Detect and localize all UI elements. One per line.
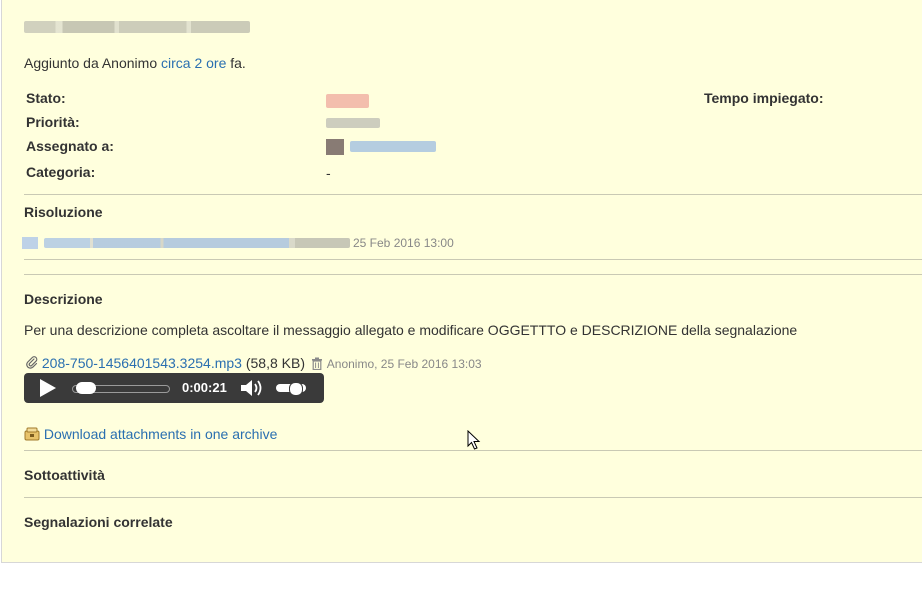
assegnato-label: Assegnato a: bbox=[26, 138, 114, 154]
trash-icon[interactable] bbox=[311, 357, 323, 373]
resolution-date: 25 Feb 2016 13:00 bbox=[353, 236, 454, 250]
attachment-author-date: Anonimo, 25 Feb 2016 13:03 bbox=[326, 357, 482, 371]
resolution-icon-redacted bbox=[22, 237, 38, 249]
resolution-text-redacted[interactable] bbox=[44, 238, 350, 248]
playback-time: 0:00:21 bbox=[182, 380, 227, 395]
paperclip-icon bbox=[26, 356, 38, 373]
issue-subject-redacted bbox=[24, 21, 250, 33]
added-suffix: fa. bbox=[226, 55, 246, 71]
mouse-cursor-icon bbox=[467, 429, 481, 450]
play-icon[interactable] bbox=[38, 379, 58, 397]
author-line: Aggiunto da Anonimo circa 2 ore fa. bbox=[24, 55, 246, 71]
assignee-link-redacted[interactable] bbox=[350, 141, 436, 152]
divider bbox=[24, 274, 922, 275]
tempo-label: Tempo impiegato: bbox=[704, 90, 824, 106]
progress-handle[interactable] bbox=[75, 382, 96, 394]
avatar bbox=[326, 139, 344, 155]
time-ago-link[interactable]: circa 2 ore bbox=[161, 55, 226, 71]
download-archive-link[interactable]: Download attachments in one archive bbox=[44, 426, 277, 442]
related-issues-title: Segnalazioni correlate bbox=[24, 514, 173, 530]
attachment-row: 208-750-1456401543.3254.mp3 (58,8 KB) An… bbox=[26, 355, 482, 373]
priorita-label: Priorità: bbox=[26, 114, 80, 130]
attachment-size: (58,8 KB) bbox=[245, 355, 305, 371]
resolution-title: Risoluzione bbox=[24, 204, 103, 220]
description-title: Descrizione bbox=[24, 291, 103, 307]
categoria-value: - bbox=[326, 165, 331, 181]
categoria-label: Categoria: bbox=[26, 164, 96, 180]
download-row: Download attachments in one archive bbox=[24, 426, 277, 444]
added-prefix: Aggiunto da Anonimo bbox=[24, 55, 161, 71]
divider bbox=[24, 497, 922, 498]
archive-icon bbox=[24, 427, 40, 444]
subtasks-title: Sottoattività bbox=[24, 467, 105, 483]
volume-handle[interactable] bbox=[288, 382, 303, 396]
stato-value-redacted bbox=[326, 94, 369, 108]
issue-panel: Aggiunto da Anonimo circa 2 ore fa. Stat… bbox=[1, 0, 922, 563]
divider bbox=[24, 194, 922, 195]
priorita-value-redacted bbox=[326, 118, 380, 128]
divider bbox=[24, 450, 922, 451]
description-text: Per una descrizione completa ascoltare i… bbox=[24, 322, 798, 338]
audio-player: 0:00:21 bbox=[24, 373, 324, 403]
divider bbox=[24, 259, 922, 260]
volume-icon[interactable] bbox=[240, 378, 264, 398]
stato-label: Stato: bbox=[26, 90, 66, 106]
attachment-link[interactable]: 208-750-1456401543.3254.mp3 bbox=[42, 355, 242, 371]
